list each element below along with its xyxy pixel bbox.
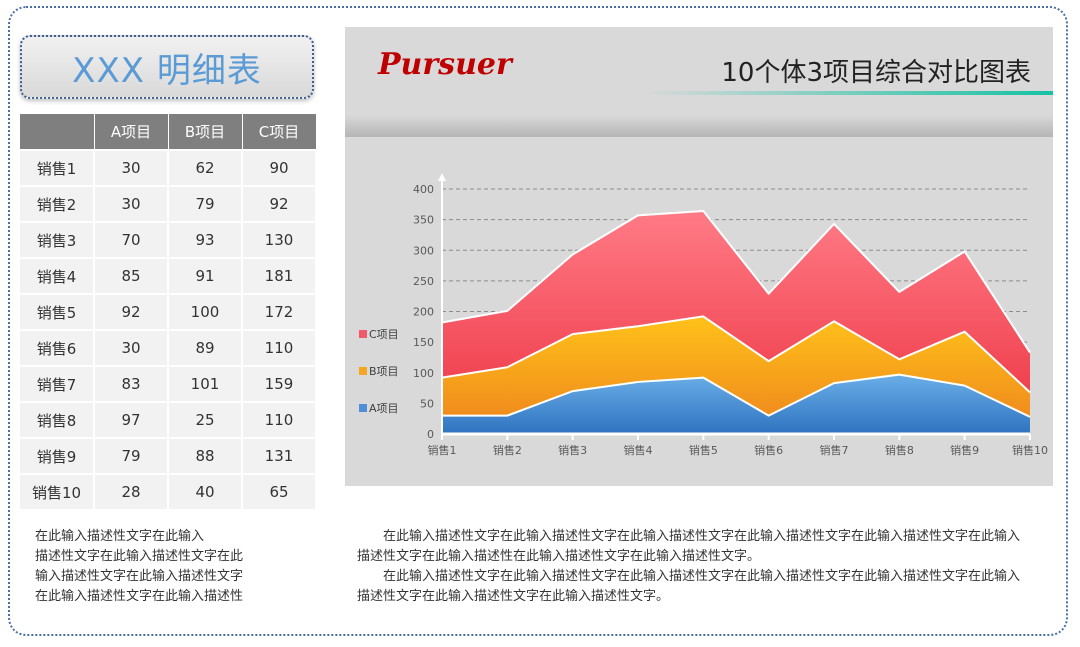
x-tick-label: 销售2 xyxy=(493,443,522,457)
legend-swatch xyxy=(359,367,367,375)
description-left: 在此输入描述性文字在此输入 描述性文字在此输入描述性文字在此 输入描述性文字在此… xyxy=(35,527,285,607)
area-chart: 0 50 100 150 200 250 300 350 400 销售1 销售2 销售3 销售4 销售5 销… xyxy=(359,173,1048,457)
x-tick-label: 销售8 xyxy=(885,443,914,457)
description-line: 描述性文字在此输入描述性文字在此 xyxy=(35,549,244,564)
table-cell: 65 xyxy=(242,473,317,509)
table-row: 销售4 85 91 181 xyxy=(20,257,317,294)
table-header-row: A项目 B项目 C项目 xyxy=(20,114,317,150)
x-tick-label: 销售3 xyxy=(558,443,587,457)
table-cell: 销售1 xyxy=(20,149,95,186)
table-cell: 30 xyxy=(94,185,169,222)
table-cell: 销售4 xyxy=(20,257,95,294)
table-cell: 101 xyxy=(168,365,243,402)
y-tick-label: 0 xyxy=(427,428,434,441)
table-cell: 79 xyxy=(94,437,169,474)
table-header-corner xyxy=(20,114,95,150)
description-right: 在此输入描述性文字在此输入描述性文字在此输入描述性文字在此输入描述性文字在此输入… xyxy=(357,527,1027,607)
table-cell: 30 xyxy=(94,149,169,186)
table-cell: 172 xyxy=(242,293,317,330)
legend-label: A项目 xyxy=(369,402,399,415)
table-cell: 销售6 xyxy=(20,329,95,366)
table-header-c: C项目 xyxy=(242,114,317,150)
y-tick-label: 250 xyxy=(413,275,434,288)
table-cell: 销售3 xyxy=(20,221,95,258)
description-line: 在此输入描述性文字在此输入 xyxy=(35,529,205,544)
legend-swatch xyxy=(359,404,367,412)
table-row: 销售7 83 101 159 xyxy=(20,365,317,402)
y-tick-label: 50 xyxy=(420,397,434,410)
table-cell: 销售5 xyxy=(20,293,95,330)
x-tick-label: 销售9 xyxy=(950,443,979,457)
table-cell: 销售9 xyxy=(20,437,95,474)
y-tick-label: 350 xyxy=(413,214,434,227)
y-tick-label: 400 xyxy=(413,183,434,196)
table-cell: 25 xyxy=(168,401,243,438)
table-cell: 90 xyxy=(242,149,317,186)
table-row: 销售8 97 25 110 xyxy=(20,401,317,438)
table-cell: 130 xyxy=(242,221,317,258)
table-row: 销售3 70 93 130 xyxy=(20,221,317,258)
x-tick-label: 销售4 xyxy=(624,443,653,457)
table-cell: 131 xyxy=(242,437,317,474)
y-axis-arrow xyxy=(438,173,446,181)
table-cell: 92 xyxy=(94,293,169,330)
table-row: 销售9 79 88 131 xyxy=(20,437,317,474)
table-cell: 销售7 xyxy=(20,365,95,402)
y-tick-label: 150 xyxy=(413,336,434,349)
table-cell: 销售8 xyxy=(20,401,95,438)
table-cell: 91 xyxy=(168,257,243,294)
table-cell: 88 xyxy=(168,437,243,474)
table-cell: 89 xyxy=(168,329,243,366)
table-cell: 100 xyxy=(168,293,243,330)
y-tick-label: 300 xyxy=(413,244,434,257)
table-header-b: B项目 xyxy=(168,114,243,150)
table-cell: 110 xyxy=(242,329,317,366)
table-cell: 70 xyxy=(94,221,169,258)
x-tick-label: 销售10 xyxy=(1012,443,1048,457)
table-row: 销售1 30 62 90 xyxy=(20,149,317,186)
table-header-a: A项目 xyxy=(94,114,169,150)
legend: A项目 B项目 C项目 xyxy=(359,328,399,415)
table-cell: 181 xyxy=(242,257,317,294)
table-cell: 30 xyxy=(94,329,169,366)
description-line: 输入描述性文字在此输入描述性文字 xyxy=(35,569,244,584)
x-tick-label: 销售5 xyxy=(689,443,718,457)
table-cell: 93 xyxy=(168,221,243,258)
legend-label: C项目 xyxy=(369,328,399,341)
table-row: 销售6 30 89 110 xyxy=(20,329,317,366)
table-cell: 40 xyxy=(168,473,243,509)
description-paragraph: 在此输入描述性文字在此输入描述性文字在此输入描述性文字在此输入描述性文字在此输入… xyxy=(357,529,1021,564)
x-tick-label: 销售7 xyxy=(820,443,849,457)
table-cell: 159 xyxy=(242,365,317,402)
table-cell: 销售10 xyxy=(20,473,95,509)
legend-swatch xyxy=(359,330,367,338)
table-cell: 83 xyxy=(94,365,169,402)
x-tick-label: 销售1 xyxy=(428,443,457,457)
table-cell: 62 xyxy=(168,149,243,186)
page-title: XXX 明细表 xyxy=(72,50,262,91)
description-paragraph: 在此输入描述性文字在此输入描述性文字在此输入描述性文字在此输入描述性文字在此输入… xyxy=(357,569,1021,604)
table-row: 销售2 30 79 92 xyxy=(20,185,317,222)
y-tick-label: 200 xyxy=(413,306,434,319)
area-series xyxy=(441,210,1031,434)
table-row: 销售10 28 40 65 xyxy=(20,473,317,509)
table-cell: 销售2 xyxy=(20,185,95,222)
table-cell: 28 xyxy=(94,473,169,509)
y-tick-label: 100 xyxy=(413,367,434,380)
title-box: XXX 明细表 xyxy=(20,35,314,99)
detail-table: A项目 B项目 C项目 销售1 30 62 90 销售2 30 79 92 销售3 70 93 1… xyxy=(20,114,317,509)
table-cell: 92 xyxy=(242,185,317,222)
x-tick-label: 销售6 xyxy=(754,443,783,457)
table-cell: 110 xyxy=(242,401,317,438)
table-cell: 79 xyxy=(168,185,243,222)
legend-label: B项目 xyxy=(369,365,399,378)
table-cell: 97 xyxy=(94,401,169,438)
table-row: 销售5 92 100 172 xyxy=(20,293,317,330)
table-cell: 85 xyxy=(94,257,169,294)
description-line: 在此输入描述性文字在此输入描述性 xyxy=(35,589,244,604)
